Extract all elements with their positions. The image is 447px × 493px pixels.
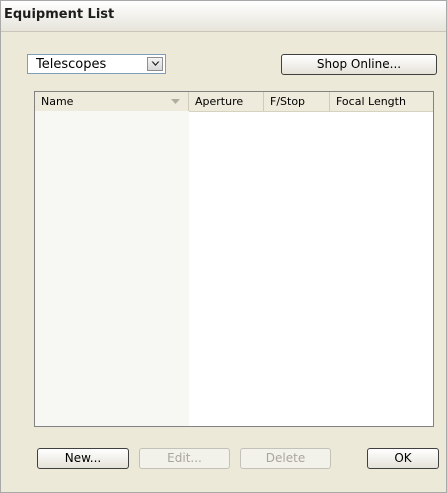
column-header-label: Aperture xyxy=(195,95,244,108)
edit-button[interactable]: Edit... xyxy=(139,448,230,469)
window-title: Equipment List xyxy=(4,7,115,22)
equipment-table[interactable]: Name Aperture F/Stop Focal Length xyxy=(34,91,434,427)
equipment-type-value: Telescopes xyxy=(36,57,107,72)
equipment-type-select[interactable]: Telescopes xyxy=(27,54,166,74)
title-bar[interactable]: Equipment List xyxy=(1,1,446,32)
chevron-down-icon xyxy=(151,61,160,66)
column-header-label: F/Stop xyxy=(270,95,306,108)
column-header-fstop[interactable]: F/Stop xyxy=(264,92,330,111)
sort-descending-icon xyxy=(171,99,180,104)
new-button[interactable]: New... xyxy=(37,448,129,469)
column-header-name[interactable]: Name xyxy=(35,92,189,111)
delete-button[interactable]: Delete xyxy=(240,448,331,469)
sorted-column-highlight xyxy=(35,111,189,426)
table-header: Name Aperture F/Stop Focal Length xyxy=(35,92,433,112)
shop-online-button[interactable]: Shop Online... xyxy=(281,54,437,75)
column-header-label: Focal Length xyxy=(336,95,406,108)
dropdown-arrow-button[interactable] xyxy=(147,57,163,71)
ok-button[interactable]: OK xyxy=(367,448,439,469)
column-header-aperture[interactable]: Aperture xyxy=(189,92,264,111)
column-header-label: Name xyxy=(41,95,74,108)
column-header-focal-length[interactable]: Focal Length xyxy=(330,92,433,111)
